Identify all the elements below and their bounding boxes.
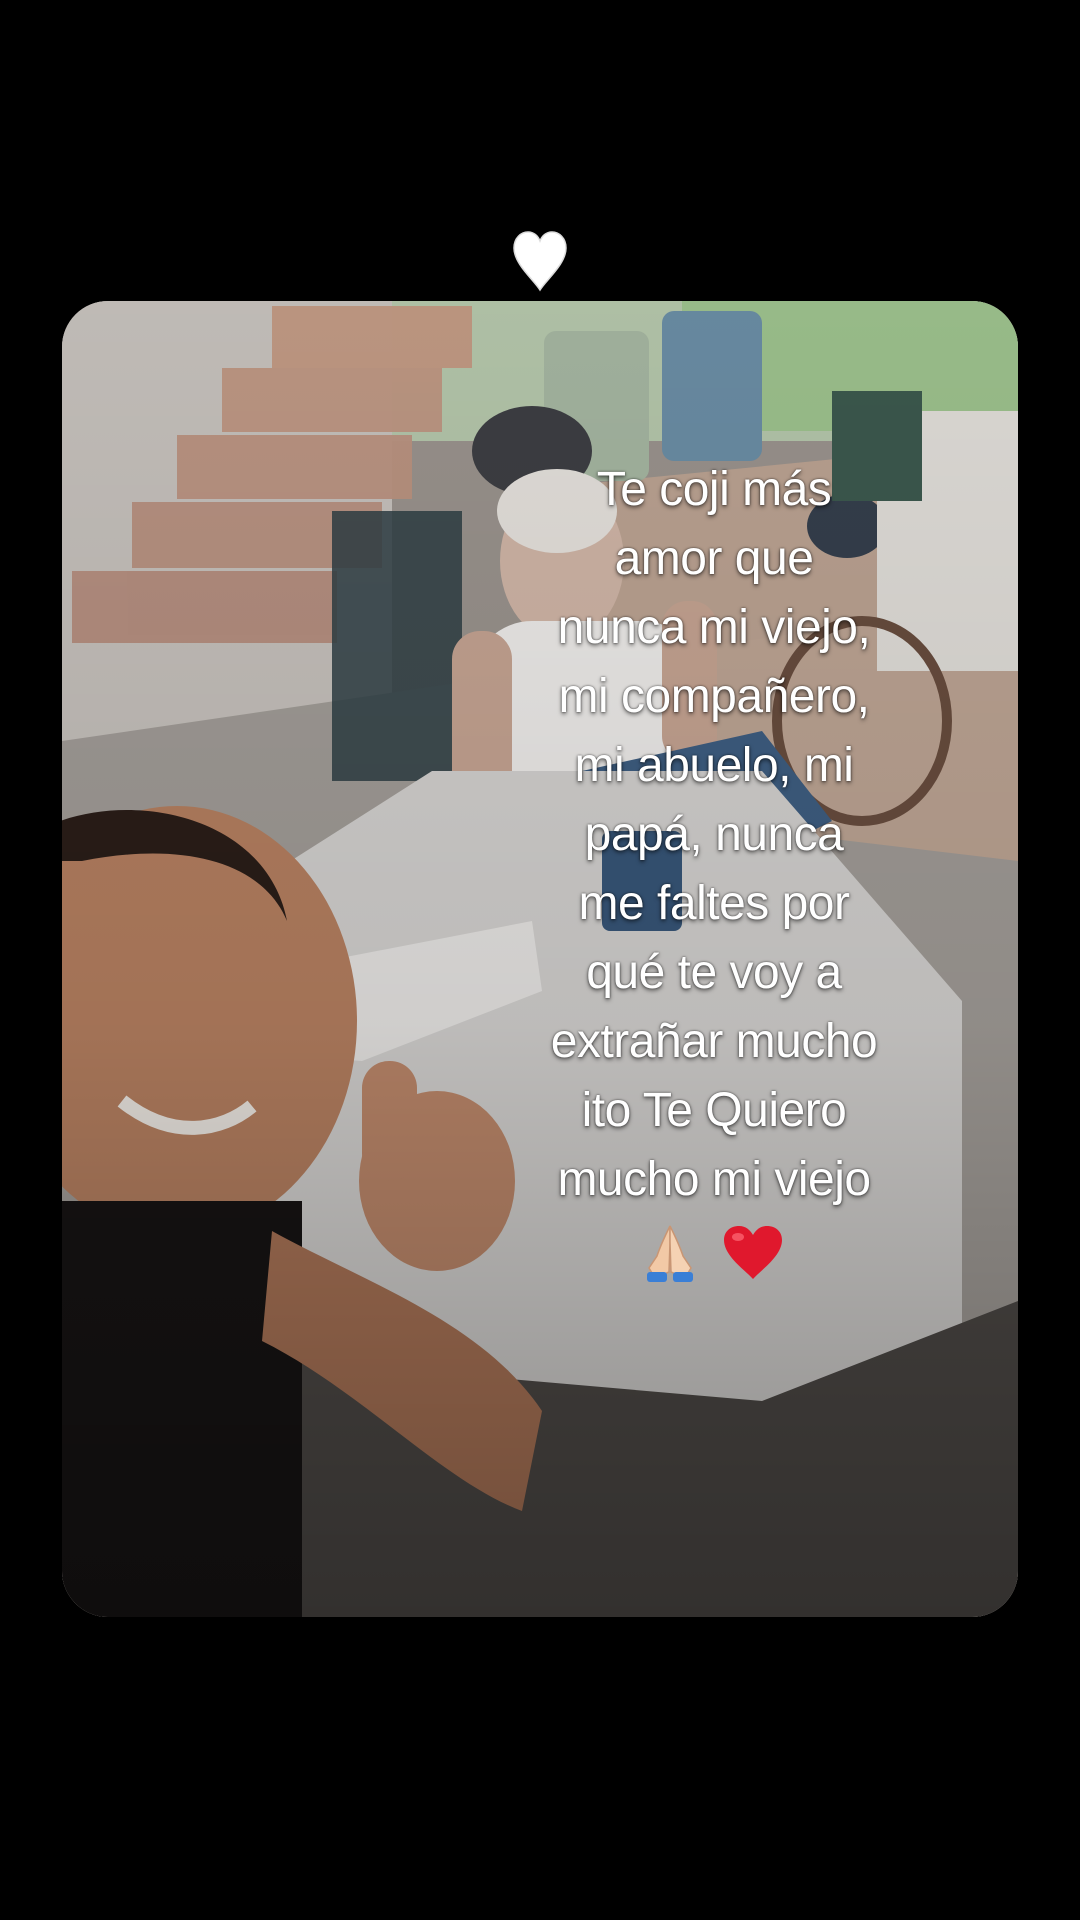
caption-line: Te coji más (596, 463, 832, 516)
caption-line: mi compañero, (558, 670, 870, 723)
caption-line: nunca mi viejo, (557, 601, 871, 654)
caption-line: papá, nunca (584, 808, 844, 861)
caption-line: me faltes por (578, 877, 850, 930)
caption-line: extrañar mucho (550, 1015, 878, 1068)
caption-line: mi abuelo, mi (574, 739, 854, 792)
caption-text: Te coji más amor que nunca mi viejo, mi … (488, 455, 940, 1288)
red-heart-icon (724, 1226, 783, 1280)
caption-emoji-line (488, 1216, 940, 1288)
caption-line: mucho mi viejo (557, 1153, 871, 1206)
white-heart-icon (513, 231, 567, 292)
caption-line: qué te voy a (586, 946, 842, 999)
praying-hands-icon (646, 1225, 693, 1283)
caption-line: ito Te Quiero (581, 1084, 847, 1137)
caption-line: amor que (614, 532, 814, 585)
